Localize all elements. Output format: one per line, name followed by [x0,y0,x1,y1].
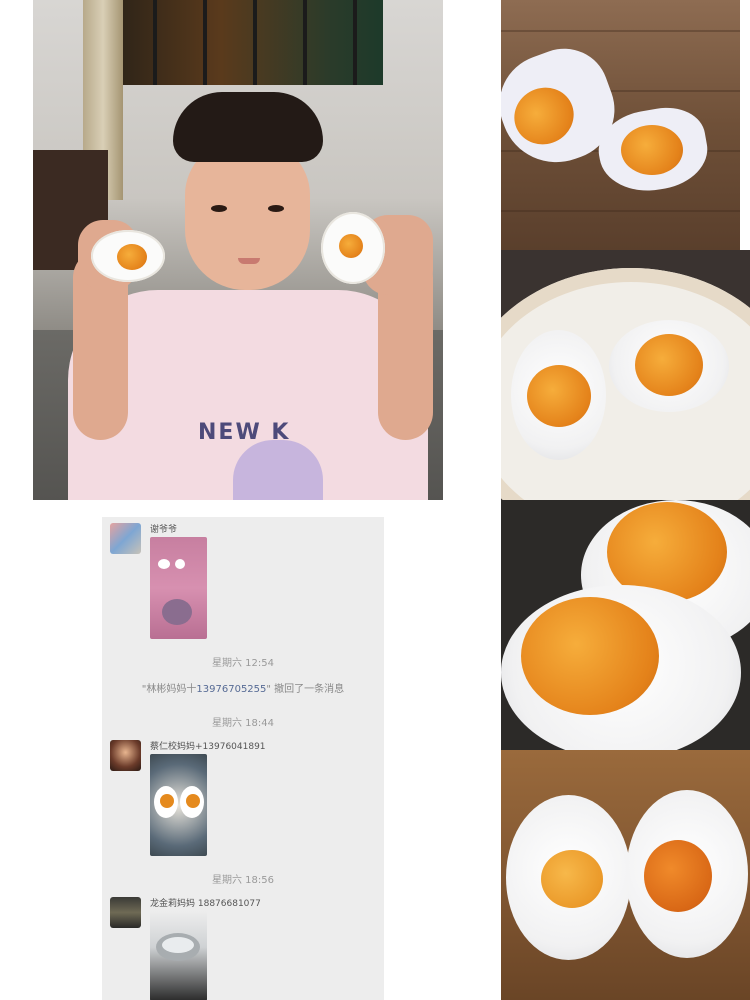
egg-half-left [511,330,606,460]
window [113,0,383,85]
photo-eggs-on-paper [501,0,740,250]
image-thumbnail[interactable] [150,911,207,1000]
recall-phone-link[interactable]: 13976705255 [196,684,266,695]
egg-half-bottom [501,585,741,750]
child-hair [173,92,323,162]
mouth [238,258,260,264]
photo-child-holding-eggs: NEW K [33,0,443,500]
eye-left [211,205,227,212]
avatar[interactable] [110,523,141,554]
egg-half-left [506,795,631,960]
avatar[interactable] [110,740,141,771]
timestamp: 星期六 18:44 [212,718,274,729]
recall-notice: "林彬妈妈十13976705255" 撤回了一条消息 [102,680,384,695]
shirt-text: NEW K [198,420,291,445]
photo-eggs-on-plate [501,250,750,500]
egg-half-right [626,790,748,958]
eye-right [268,205,284,212]
timestamp: 星期六 12:54 [212,658,274,669]
egg-half-right [321,212,385,284]
image-thumbnail[interactable] [150,754,207,856]
child-face [185,140,310,290]
sender-name: 龙金莉妈妈 18876681077 [150,899,261,909]
avatar[interactable] [110,897,141,928]
recall-prefix: "林彬妈妈十 [141,684,197,695]
recall-suffix: " 撤回了一条消息 [266,684,345,695]
image-thumbnail[interactable] [150,537,207,639]
timestamp: 星期六 18:56 [212,875,274,886]
egg-half-right [609,320,729,412]
photo-eggs-on-wood [501,750,750,1000]
egg-yolk-right [621,125,683,175]
egg-half-left [91,230,165,282]
photo-eggs-closeup [501,500,750,750]
sender-name: 谢爷爷 [150,525,178,535]
chat-screenshot: 谢爷爷 星期六 12:54 "林彬妈妈十13976705255" 撤回了一条消息… [102,517,384,1000]
sender-name: 蔡仁校妈妈+13976041891 [150,742,266,752]
